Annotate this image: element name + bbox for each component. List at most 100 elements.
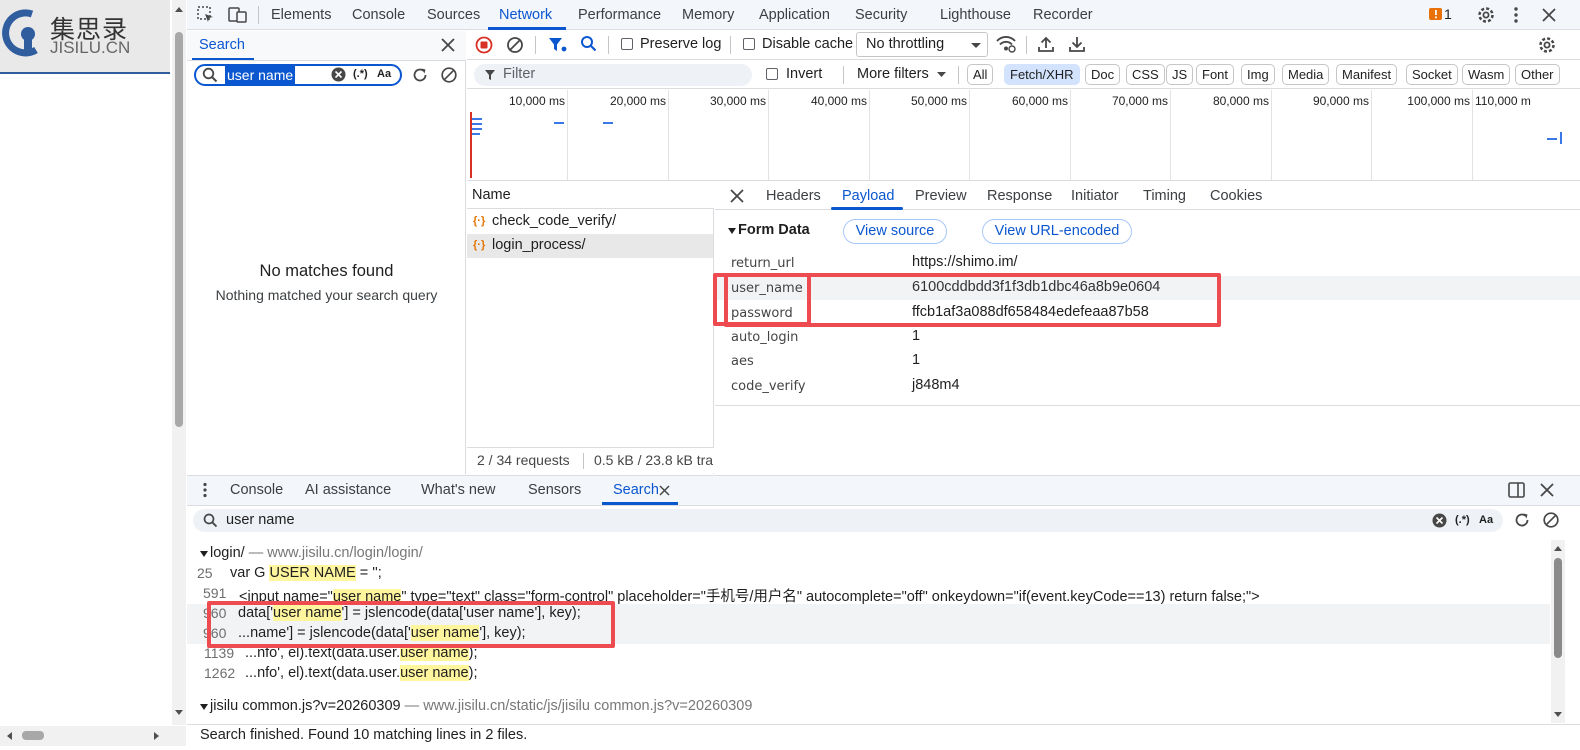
tab-sources[interactable]: Sources (427, 7, 480, 23)
regex-toggle[interactable]: (.*) (1455, 514, 1470, 526)
view-source-button[interactable]: View source (843, 219, 947, 244)
close-drawer-icon[interactable] (1540, 483, 1554, 497)
close-detail-icon[interactable] (730, 189, 744, 203)
network-settings-gear-icon[interactable] (1537, 35, 1557, 55)
filter-chip-manifest[interactable]: Manifest (1336, 64, 1398, 85)
page-horizontal-thumb[interactable] (22, 731, 44, 740)
result-line[interactable]: 1262 ...nfo', el).text(data.user.user na… (187, 664, 1550, 684)
tab-preview[interactable]: Preview (915, 188, 967, 204)
scroll-down-icon[interactable] (173, 708, 185, 718)
dock-side-icon[interactable] (1508, 482, 1525, 498)
scroll-up-icon[interactable] (173, 4, 185, 14)
tab-recorder[interactable]: Recorder (1033, 7, 1093, 23)
drawer-tab-whats-new[interactable]: What's new (421, 482, 496, 498)
import-har-icon[interactable] (1037, 35, 1055, 53)
drawer-menu-icon[interactable] (202, 482, 208, 498)
tab-console[interactable]: Console (352, 7, 405, 23)
drawer-tab-console[interactable]: Console (230, 482, 283, 498)
filter-input[interactable]: Filter (474, 64, 752, 86)
search-sidebar-query[interactable]: user name (225, 66, 296, 84)
tab-network[interactable]: Network (499, 7, 552, 23)
more-filters-dropdown[interactable]: More filters (857, 66, 929, 82)
expand-triangle-icon[interactable] (199, 702, 209, 712)
overview-load-marker (470, 112, 472, 178)
drawer-tab-search[interactable]: Search (613, 482, 659, 498)
scroll-down-icon[interactable] (1552, 710, 1564, 720)
overview-tick-label: 110,000 m (1475, 94, 1531, 108)
page-scroll-thumb[interactable] (175, 32, 183, 427)
filter-chip-js[interactable]: JS (1166, 64, 1194, 85)
search-network-icon[interactable] (580, 35, 598, 53)
scroll-right-icon[interactable] (152, 730, 162, 742)
filter-chip-css[interactable]: CSS (1126, 64, 1165, 85)
drawer-tab-sensors[interactable]: Sensors (528, 482, 581, 498)
request-row[interactable]: {·} check_code_verify/ (467, 210, 713, 234)
filter-chip-wasm[interactable]: Wasm (1462, 64, 1511, 85)
result-line[interactable]: 25 var G USER NAME = ''; (187, 564, 1550, 584)
clear-search-icon[interactable] (1432, 513, 1447, 528)
filter-chip-socket[interactable]: Socket (1406, 64, 1458, 85)
invert-checkbox[interactable] (766, 68, 778, 80)
filter-chip-other[interactable]: Other (1515, 64, 1560, 85)
request-row[interactable]: {·} login_process/ (467, 234, 713, 258)
drawer-tab-ai-assistance[interactable]: AI assistance (305, 482, 391, 498)
scroll-up-icon[interactable] (1552, 543, 1564, 553)
disable-cache-checkbox[interactable] (743, 38, 755, 50)
expand-triangle-icon[interactable] (199, 549, 209, 559)
drawer-search-input[interactable] (193, 509, 1503, 532)
tab-application[interactable]: Application (759, 7, 830, 23)
clear-results-icon[interactable] (440, 66, 458, 84)
tab-performance[interactable]: Performance (578, 7, 661, 23)
record-stop-icon[interactable] (475, 36, 493, 54)
scroll-left-icon[interactable] (4, 730, 14, 742)
refresh-search-icon[interactable] (411, 66, 429, 84)
filter-chip-all[interactable]: All (967, 64, 994, 85)
tab-headers[interactable]: Headers (766, 188, 821, 204)
name-column-header[interactable]: Name (472, 187, 511, 203)
network-conditions-icon[interactable] (995, 35, 1017, 53)
match-case-toggle[interactable]: Aa (377, 68, 391, 80)
more-options-icon[interactable] (1512, 6, 1520, 24)
refresh-search-icon[interactable] (1513, 511, 1531, 529)
tab-initiator[interactable]: Initiator (1071, 188, 1119, 204)
filter-chip-img[interactable]: Img (1241, 64, 1275, 85)
inspect-element-icon[interactable] (197, 6, 215, 24)
settings-gear-icon[interactable] (1476, 5, 1496, 25)
device-toolbar-icon[interactable] (228, 6, 248, 24)
export-har-icon[interactable] (1068, 35, 1086, 53)
tab-cookies[interactable]: Cookies (1210, 188, 1262, 204)
issues-badge[interactable]: 1 (1429, 6, 1452, 22)
request-list-header[interactable]: Name (467, 182, 714, 209)
filter-chip-doc[interactable]: Doc (1085, 64, 1121, 85)
result-file-header[interactable]: login/ — www.jisilu.cn/login/login/ (210, 545, 423, 561)
result-file-header[interactable]: jisilu common.js?v=20260309 — www.jisilu… (210, 698, 752, 714)
close-search-sidebar-icon[interactable] (441, 38, 455, 52)
tab-memory[interactable]: Memory (682, 7, 734, 23)
close-drawer-tab-icon[interactable] (659, 485, 670, 496)
preserve-log-checkbox[interactable] (621, 38, 633, 50)
clear-network-log-icon[interactable] (506, 36, 524, 54)
tab-elements[interactable]: Elements (271, 7, 331, 23)
close-devtools-icon[interactable] (1541, 7, 1557, 23)
filter-chip-font[interactable]: Font (1196, 64, 1235, 85)
tab-lighthouse[interactable]: Lighthouse (940, 7, 1011, 23)
results-scroll-thumb[interactable] (1554, 558, 1562, 658)
overview-tick-label: 50,000 ms (910, 94, 967, 108)
clear-search-icon[interactable] (331, 67, 346, 82)
tab-timing[interactable]: Timing (1143, 188, 1186, 204)
form-data-title[interactable]: Form Data (738, 222, 810, 238)
filter-chip-fetch-xhr[interactable]: Fetch/XHR (1004, 64, 1080, 85)
drawer-search-query[interactable]: user name (226, 512, 295, 528)
regex-toggle[interactable]: (.*) (353, 68, 368, 80)
tab-security[interactable]: Security (855, 7, 907, 23)
search-sidebar-tab[interactable]: Search (199, 37, 245, 53)
filter-funnel-icon[interactable] (548, 36, 568, 54)
filter-chip-media[interactable]: Media (1282, 64, 1330, 85)
throttling-select[interactable]: No throttling (856, 32, 988, 57)
view-url-encoded-button[interactable]: View URL-encoded (982, 219, 1132, 244)
tab-payload[interactable]: Payload (842, 188, 894, 204)
match-case-toggle[interactable]: Aa (1479, 514, 1493, 526)
tab-response[interactable]: Response (987, 188, 1052, 204)
clear-results-icon[interactable] (1542, 511, 1560, 529)
collapse-triangle-icon[interactable] (727, 226, 737, 236)
